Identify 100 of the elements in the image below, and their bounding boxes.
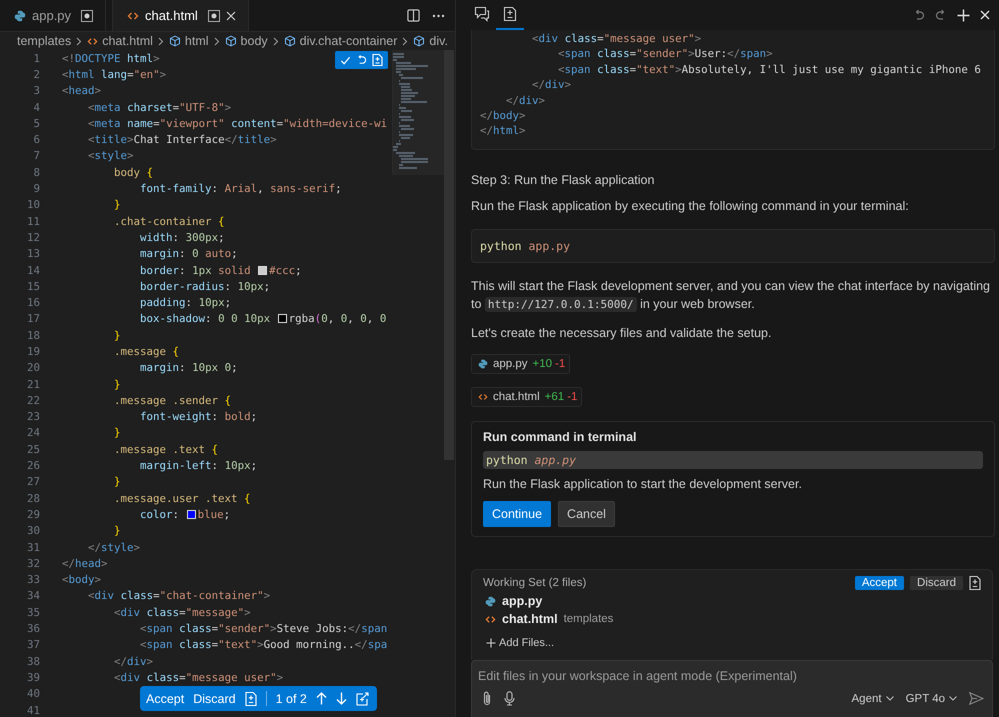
code-text: <!DOCTYPE html> [62, 52, 160, 65]
split-editor-icon[interactable] [407, 9, 420, 22]
code-text: } [113, 198, 121, 212]
cancel-button[interactable]: Cancel [558, 500, 615, 527]
mode-dropdown[interactable]: Agent [852, 692, 894, 704]
chevron-right-icon [214, 36, 220, 46]
file-name[interactable]: app.py [502, 594, 542, 608]
line-number: 33 [26, 573, 41, 586]
line-number: 35 [26, 606, 41, 619]
more-icon[interactable] [432, 14, 445, 18]
line-number: 41 [26, 704, 41, 717]
code-text: #ccc; [269, 264, 302, 276]
color-swatch[interactable] [278, 314, 287, 324]
line-number: 21 [26, 378, 41, 391]
continue-button[interactable]: Continue [483, 500, 552, 527]
line-number: 37 [26, 638, 41, 652]
model-dropdown[interactable]: GPT 4o [906, 692, 957, 704]
breadcrumb[interactable]: html [168, 34, 209, 48]
arrow-down-icon[interactable] [336, 692, 347, 705]
line-number: 20 [26, 361, 41, 374]
file-diff-icon [502, 6, 518, 22]
add-files-button[interactable]: Add Files... [483, 637, 554, 649]
breadcrumb[interactable]: templates [17, 34, 72, 48]
cube-icon [413, 35, 426, 47]
line-number: 2 [32, 68, 41, 81]
code-text: <span class="text">Good morning..</spa [139, 638, 388, 652]
code-text: color: [139, 508, 180, 521]
line-number: 11 [26, 214, 41, 228]
open-file-icon[interactable] [356, 692, 369, 706]
line-number: 36 [26, 622, 41, 636]
close-icon[interactable] [980, 10, 990, 20]
breadcrumb[interactable]: div.chat-container [284, 34, 398, 48]
message-text: This will start the Flask development server, and you can view the chat interface by navigating to http://127.0.0.1:5000/ in your web browser. [471, 278, 992, 314]
breadcrumb[interactable]: chat.html [87, 34, 153, 48]
undo-icon[interactable] [913, 9, 925, 21]
code-line: </div> [531, 77, 572, 93]
line-number: 29 [26, 508, 41, 521]
code-text: } [113, 426, 121, 440]
file-change-chip[interactable]: chat.html +61 -1 [471, 386, 582, 407]
check-icon[interactable] [340, 54, 351, 66]
send-icon[interactable] [969, 692, 984, 705]
redo-icon[interactable] [935, 9, 947, 21]
file-name: app.py [493, 358, 528, 370]
breadcrumb[interactable]: div. [413, 34, 448, 48]
paperclip-icon[interactable] [482, 691, 492, 706]
line-number: 6 [32, 133, 41, 146]
file-name[interactable]: chat.html [502, 612, 558, 626]
plus-icon[interactable] [957, 8, 970, 22]
message-text: Let's create the necessary files and validate the setup. [471, 324, 772, 342]
code-text: border: 1px solid [139, 264, 252, 276]
microphone-icon[interactable] [504, 691, 515, 706]
chevron-down-icon [949, 696, 957, 701]
lines-removed: -1 [567, 390, 578, 403]
speech-bubbles-icon [474, 6, 490, 22]
command-block: python app.py [471, 228, 995, 263]
command-field: python app.py [483, 450, 983, 469]
step-heading: Step 3: Run the Flask application [471, 172, 654, 187]
code-text: margin: 10px 0; [139, 361, 238, 374]
lines-added: +61 [544, 390, 564, 403]
code-text: margin-left: 10px; [139, 459, 258, 472]
line-number: 1 [32, 52, 41, 65]
code-text: <title>Chat Interface</title> [87, 133, 277, 146]
line-number: 14 [26, 264, 41, 276]
accept-button[interactable]: Accept [146, 692, 184, 706]
code-text: <div class="message"> [113, 606, 251, 619]
code-text: font-family: Arial, sans-serif; [139, 182, 342, 196]
cube-icon [284, 35, 296, 47]
inline-code: http://127.0.0.1:5000/ [484, 296, 637, 312]
code-text: border-radius: 10px; [139, 280, 270, 293]
cube-icon [168, 35, 181, 47]
color-swatch[interactable] [186, 510, 196, 519]
file-diff-icon[interactable] [969, 576, 981, 590]
close-icon[interactable] [226, 10, 236, 20]
working-set-title: Working Set (2 files) [483, 577, 586, 589]
code-text: <meta name="viewport" content="width=device-wi [87, 116, 388, 130]
line-number: 24 [26, 426, 41, 440]
code-text: <span class="sender">Steve Jobs:</span [139, 622, 388, 636]
code-line: </html> [480, 123, 527, 139]
code-brackets-icon [478, 392, 488, 402]
discard-button[interactable]: Discard [193, 692, 236, 706]
arrow-up-icon[interactable] [316, 692, 327, 705]
line-number: 5 [32, 116, 41, 130]
line-number: 4 [32, 100, 41, 114]
breadcrumb[interactable]: body [224, 34, 268, 48]
line-number: 22 [26, 394, 41, 407]
editor-tab[interactable]: app.py [0, 0, 106, 31]
color-swatch[interactable] [258, 266, 268, 274]
editor-tab[interactable]: chat.html [112, 0, 249, 31]
minimap-drawing[interactable] [392, 50, 444, 175]
chat-input-field[interactable]: Edit files in your workspace in agent mode (Experimental) [478, 669, 984, 683]
discard-button[interactable]: Discard [910, 576, 963, 590]
undo-icon[interactable] [356, 54, 367, 66]
code-brackets-icon [127, 10, 140, 22]
accept-button[interactable]: Accept [854, 576, 904, 590]
code-text: <html lang="en"> [62, 68, 166, 81]
lines-added: +10 [532, 358, 552, 370]
code-text: <style> [87, 149, 134, 162]
file-change-chip[interactable]: app.py +10 -1 [471, 354, 570, 374]
line-number: 23 [26, 410, 41, 424]
code-text: } [113, 328, 121, 342]
